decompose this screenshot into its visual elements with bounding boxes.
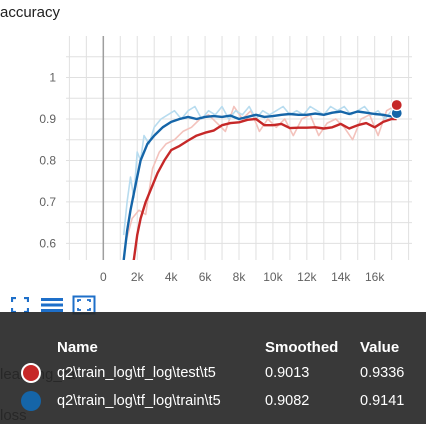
y-tick-label: 0.9 xyxy=(39,112,56,126)
tooltip-header-smoothed: Smoothed xyxy=(265,339,339,356)
tooltip-value: 0.9141 xyxy=(360,393,405,409)
y-tick-label: 0.8 xyxy=(39,153,56,167)
tooltip-row: q2\train_log\tf_log\train\t5 0.9082 0.91… xyxy=(0,388,426,416)
series-color-swatch xyxy=(21,391,41,411)
x-tick-label: 16k xyxy=(365,270,385,284)
x-tick-label: 12k xyxy=(297,270,317,284)
y-tick-label: 0.7 xyxy=(39,195,56,209)
tooltip-header-name: Name xyxy=(57,339,98,356)
tooltip-smoothed-value: 0.9082 xyxy=(265,393,310,409)
x-tick-label: 6k xyxy=(199,270,213,284)
tooltip-row: q2\train_log\tf_log\test\t5 0.9013 0.933… xyxy=(0,360,426,388)
x-tick-label: 2k xyxy=(131,270,145,284)
chart-tooltip: Name Smoothed Value q2\train_log\tf_log\… xyxy=(0,312,426,424)
tooltip-header-value: Value xyxy=(360,339,400,356)
tooltip-run-name: q2\train_log\tf_log\train\t5 xyxy=(57,393,221,409)
y-tick-label: 0.6 xyxy=(39,236,56,250)
y-tick-label: 1 xyxy=(49,70,56,84)
tooltip-run-name: q2\train_log\tf_log\test\t5 xyxy=(57,365,216,381)
x-tick-label: 4k xyxy=(165,270,179,284)
tooltip-value: 0.9336 xyxy=(360,365,405,381)
series-color-swatch xyxy=(21,363,41,383)
tooltip-smoothed-value: 0.9013 xyxy=(265,365,310,381)
x-tick-label: 14k xyxy=(331,270,351,284)
x-axis-ticks: 0 2k 4k 6k 8k 10k 12k 14k 16k xyxy=(100,270,385,284)
series-end-marker xyxy=(390,98,403,112)
x-tick-label: 0 xyxy=(100,270,107,284)
end-markers xyxy=(390,98,403,120)
chart: 0 2k 4k 6k 8k 10k 12k 14k 16k 0.6 0.7 0.8 0.9 1 xyxy=(39,36,412,284)
x-tick-label: 10k xyxy=(263,270,283,284)
x-tick-label: 8k xyxy=(233,270,247,284)
y-axis-ticks: 0.6 0.7 0.8 0.9 1 xyxy=(39,70,56,250)
